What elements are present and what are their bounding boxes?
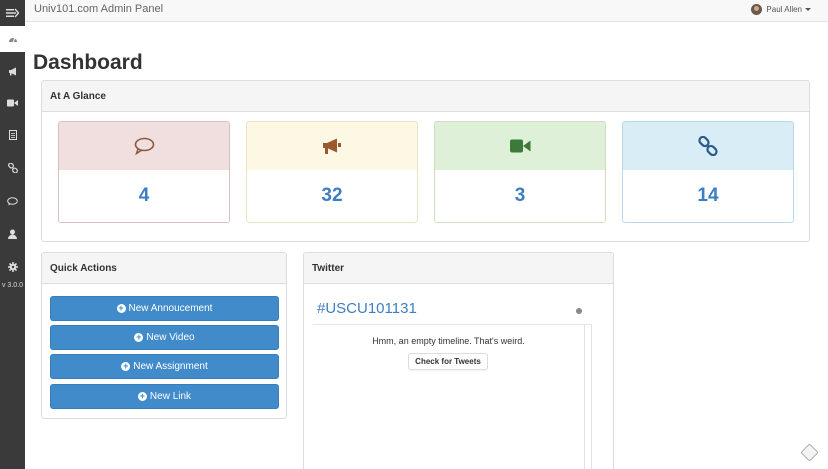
plus-circle-icon: +	[134, 332, 144, 342]
divider	[313, 324, 591, 325]
top-navbar: Univ101.com Admin Panel Paul Allen	[25, 0, 828, 22]
announcements-card[interactable]: 32	[246, 121, 418, 223]
app-title[interactable]: Univ101.com Admin Panel	[34, 3, 163, 15]
card-count: 4	[59, 170, 229, 222]
panel-heading: Quick Actions	[42, 253, 286, 284]
plus-circle-icon: +	[121, 361, 131, 371]
card-count: 3	[435, 170, 605, 222]
dashboard-icon[interactable]	[0, 26, 25, 52]
sidebar: v 3.0.0	[0, 0, 25, 469]
chevron-down-icon	[805, 8, 811, 11]
twitter-panel: Twitter #USCU101131 Hmm, an empty timeli…	[303, 252, 614, 469]
avatar	[751, 4, 763, 15]
new-announcement-button[interactable]: + New Annoucement	[50, 296, 279, 321]
user-menu[interactable]: Paul Allen	[751, 4, 811, 15]
card-count: 32	[247, 170, 417, 222]
link-icon[interactable]	[0, 155, 25, 181]
tag-icon	[800, 443, 819, 462]
plus-circle-icon: +	[116, 303, 126, 313]
new-video-button[interactable]: + New Video	[50, 325, 279, 350]
panel-heading: At A Glance	[42, 81, 809, 112]
panel-heading: Twitter	[304, 253, 613, 284]
announcement-comments-card[interactable]: 4	[58, 121, 230, 223]
plus-circle-icon: +	[137, 391, 147, 401]
user-name: Paul Allen	[766, 5, 802, 14]
new-link-button[interactable]: + New Link	[50, 384, 279, 409]
link-icon	[698, 136, 718, 156]
new-assignment-button[interactable]: + New Assignment	[50, 354, 279, 379]
comment-icon[interactable]	[0, 188, 25, 214]
bullhorn-icon[interactable]	[0, 58, 25, 84]
bullhorn-icon	[322, 138, 341, 154]
menu-toggle-icon[interactable]	[0, 0, 25, 26]
empty-timeline-message: Hmm, an empty timeline. That's weird.	[372, 336, 525, 346]
user-icon[interactable]	[0, 221, 25, 247]
timeline-scrollbar[interactable]	[584, 324, 592, 469]
video-camera-icon	[509, 139, 530, 153]
video-camera-icon[interactable]	[0, 90, 25, 116]
videos-card[interactable]: 3	[434, 121, 606, 223]
file-icon[interactable]	[0, 122, 25, 148]
twitter-hashtag-link[interactable]: #USCU101131	[317, 300, 417, 317]
info-icon[interactable]	[576, 308, 582, 314]
comment-icon	[134, 137, 154, 155]
card-count: 14	[623, 170, 793, 222]
page-title: Dashboard	[33, 51, 143, 74]
quick-actions-panel: Quick Actions + New Annoucement + New Vi…	[41, 252, 287, 419]
check-for-tweets-button[interactable]: Check for Tweets	[408, 353, 488, 370]
links-card[interactable]: 14	[622, 121, 794, 223]
version-label: v 3.0.0	[1, 282, 23, 289]
at-a-glance-panel: At A Glance 4 32 3 14	[41, 80, 810, 242]
gear-icon[interactable]	[0, 254, 25, 280]
